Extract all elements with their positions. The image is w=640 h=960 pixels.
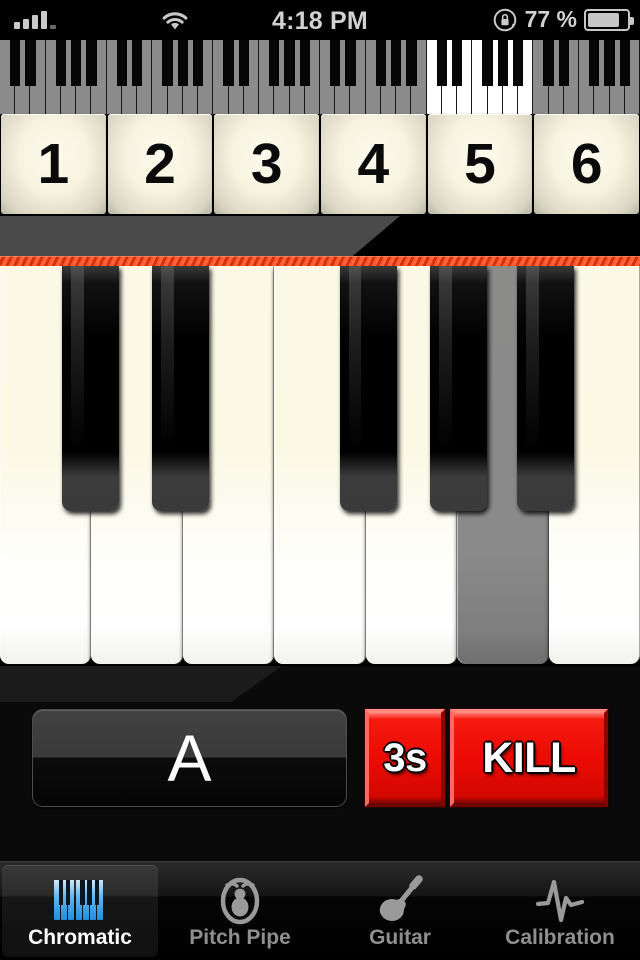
tab-guitar[interactable]: Guitar [322, 865, 478, 957]
app-root: 4:18 PM 77 % 1 2 3 4 5 6 A 3s KILL Chromatic … [0, 0, 640, 960]
tab-chromatic[interactable]: Chromatic [2, 865, 158, 957]
overview-black-key[interactable] [177, 40, 189, 86]
octave-button-1[interactable]: 1 [1, 114, 106, 214]
battery-percent-label: 77 % [524, 6, 577, 32]
overview-black-key[interactable] [269, 40, 280, 86]
overview-black-key[interactable] [86, 40, 97, 86]
octave-button-5[interactable]: 5 [427, 114, 533, 214]
octave-button-4[interactable]: 4 [321, 114, 426, 214]
overview-black-key[interactable] [71, 40, 82, 86]
octave-button-label: 4 [357, 131, 390, 196]
tab-icon-wrapper [372, 874, 428, 925]
overview-black-key[interactable] [131, 40, 143, 86]
overview-black-key[interactable] [589, 40, 600, 86]
kill-button[interactable]: KILL [450, 709, 608, 807]
duration-button[interactable]: 3s [365, 709, 445, 807]
octave-button-3[interactable]: 3 [214, 114, 320, 214]
full-keyboard-overview[interactable] [0, 40, 640, 114]
octave-button-label: 6 [570, 131, 603, 196]
overview-black-key[interactable] [116, 40, 128, 86]
overview-black-key[interactable] [25, 40, 36, 86]
control-bar-sheen [0, 666, 282, 702]
status-bar-right: 77 % [492, 6, 634, 33]
guitar-icon [379, 874, 423, 921]
overview-black-key[interactable] [543, 40, 554, 86]
piano-black-key-G-sharp[interactable] [430, 266, 488, 511]
octave-selector: 1 2 3 4 5 6 [0, 114, 640, 214]
waveform-icon [535, 879, 585, 922]
overview-black-key[interactable] [436, 40, 448, 86]
tab-icon-wrapper [532, 875, 588, 925]
octave-button-label: 2 [144, 131, 176, 196]
piano-black-key-C-sharp[interactable] [62, 266, 120, 511]
overview-black-key[interactable] [10, 40, 21, 86]
tab-label: Calibration [505, 925, 615, 949]
tab-label: Guitar [369, 925, 431, 949]
battery-icon [584, 8, 634, 31]
octave-button-label: 1 [37, 131, 70, 196]
piano-black-key-F-sharp[interactable] [339, 266, 397, 511]
overview-black-key[interactable] [406, 40, 417, 86]
overview-black-key[interactable] [223, 40, 234, 86]
tab-label: Pitch Pipe [189, 925, 291, 949]
current-note-value: A [167, 721, 212, 795]
overview-black-key[interactable] [299, 40, 310, 86]
overview-black-key[interactable] [604, 40, 615, 86]
current-note-display[interactable]: A [32, 709, 347, 807]
tab-icon-wrapper [212, 875, 268, 925]
kill-button-label: KILL [482, 733, 576, 782]
tab-label: Chromatic [28, 925, 132, 949]
piano-black-key-D-sharp[interactable] [152, 266, 210, 511]
overview-black-key[interactable] [619, 40, 630, 86]
overview-black-key[interactable] [284, 40, 295, 86]
overview-black-key[interactable] [162, 40, 173, 86]
rotation-lock-icon [493, 8, 516, 31]
tab-icon-wrapper [52, 875, 108, 925]
overview-black-key[interactable] [238, 40, 249, 86]
tab-calibration[interactable]: Calibration [482, 865, 638, 957]
overview-black-key[interactable] [497, 40, 509, 86]
keyboard-scroll-thumb[interactable] [0, 216, 400, 260]
overview-black-key[interactable] [451, 40, 463, 86]
piano-keys-icon [54, 879, 106, 920]
octave-button-label: 5 [464, 131, 496, 196]
overview-black-key[interactable] [558, 40, 569, 86]
overview-black-key[interactable] [55, 40, 67, 86]
piano-black-key-A-sharp[interactable] [517, 266, 575, 511]
duration-button-label: 3s [383, 736, 427, 780]
overview-black-key[interactable] [391, 40, 402, 86]
overview-black-key[interactable] [482, 40, 493, 86]
piano-keyboard [0, 266, 640, 666]
overview-black-key[interactable] [375, 40, 387, 86]
octave-button-label: 3 [250, 131, 283, 196]
overview-black-key[interactable] [345, 40, 356, 86]
tab-bar: Chromatic Pitch Pipe Guitar Calibration [0, 861, 640, 960]
keyboard-scroll-shelf[interactable] [0, 216, 640, 260]
octave-button-2[interactable]: 2 [107, 114, 213, 214]
overview-black-key[interactable] [192, 40, 204, 86]
overview-black-key[interactable] [330, 40, 341, 86]
status-bar: 4:18 PM 77 % [0, 0, 640, 40]
tab-pitch-pipe[interactable]: Pitch Pipe [162, 865, 318, 957]
overview-black-key[interactable] [512, 40, 524, 86]
pitch-pipe-icon [220, 877, 260, 924]
octave-button-6[interactable]: 6 [534, 114, 640, 214]
